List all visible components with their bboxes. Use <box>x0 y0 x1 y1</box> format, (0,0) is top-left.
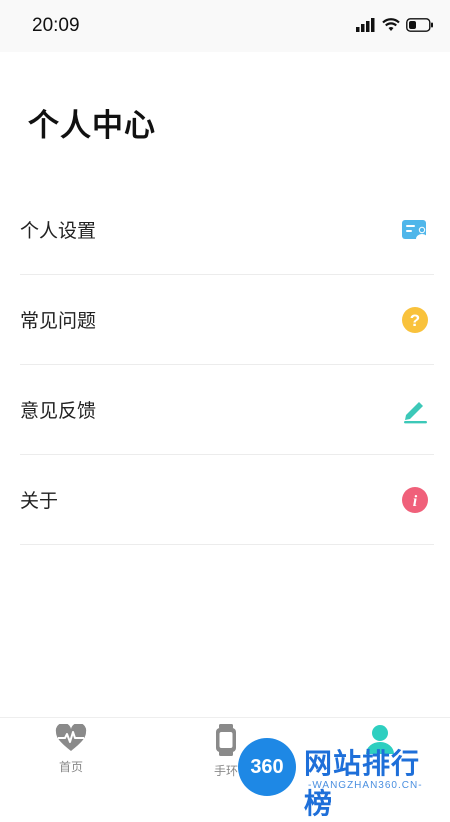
heartbeat-icon <box>55 722 87 756</box>
status-time: 20:09 <box>32 15 80 36</box>
watermark-subtitle: -WANGZHAN360.CN- <box>308 780 423 791</box>
svg-text:i: i <box>413 493 418 510</box>
status-icons <box>356 17 434 35</box>
menu-item-label: 意见反馈 <box>20 400 97 422</box>
menu-item-label: 关于 <box>20 490 59 512</box>
menu-item-label: 常见问题 <box>20 310 97 332</box>
svg-text:?: ? <box>410 311 420 330</box>
watch-icon <box>214 724 238 760</box>
menu-item-faq[interactable]: 常见问题 ? <box>20 275 434 365</box>
watermark: 360 网站排行榜 -WANGZHAN360.CN- <box>238 738 448 820</box>
menu-item-about[interactable]: 关于 i <box>20 455 434 545</box>
tab-home[interactable]: 首页 <box>31 722 111 775</box>
question-icon: ? <box>400 305 430 335</box>
signal-icon <box>356 17 376 36</box>
menu-item-label: 个人设置 <box>20 220 97 242</box>
battery-icon <box>406 17 434 36</box>
wifi-icon <box>382 17 400 36</box>
edit-pencil-icon <box>400 395 430 425</box>
page-title: 个人中心 <box>28 108 156 144</box>
status-bar: 20:09 <box>0 0 450 52</box>
info-icon: i <box>400 485 430 515</box>
watermark-badge: 360 <box>250 755 284 778</box>
menu-item-feedback[interactable]: 意见反馈 <box>20 365 434 455</box>
watermark-logo-icon: 360 <box>238 738 296 796</box>
tab-label: 首页 <box>58 760 83 774</box>
menu-item-personal-settings[interactable]: 个人设置 <box>20 185 434 275</box>
profile-card-icon <box>400 215 430 245</box>
menu-list: 个人设置 常见问题 ? 意见反馈 关于 i <box>20 185 434 545</box>
